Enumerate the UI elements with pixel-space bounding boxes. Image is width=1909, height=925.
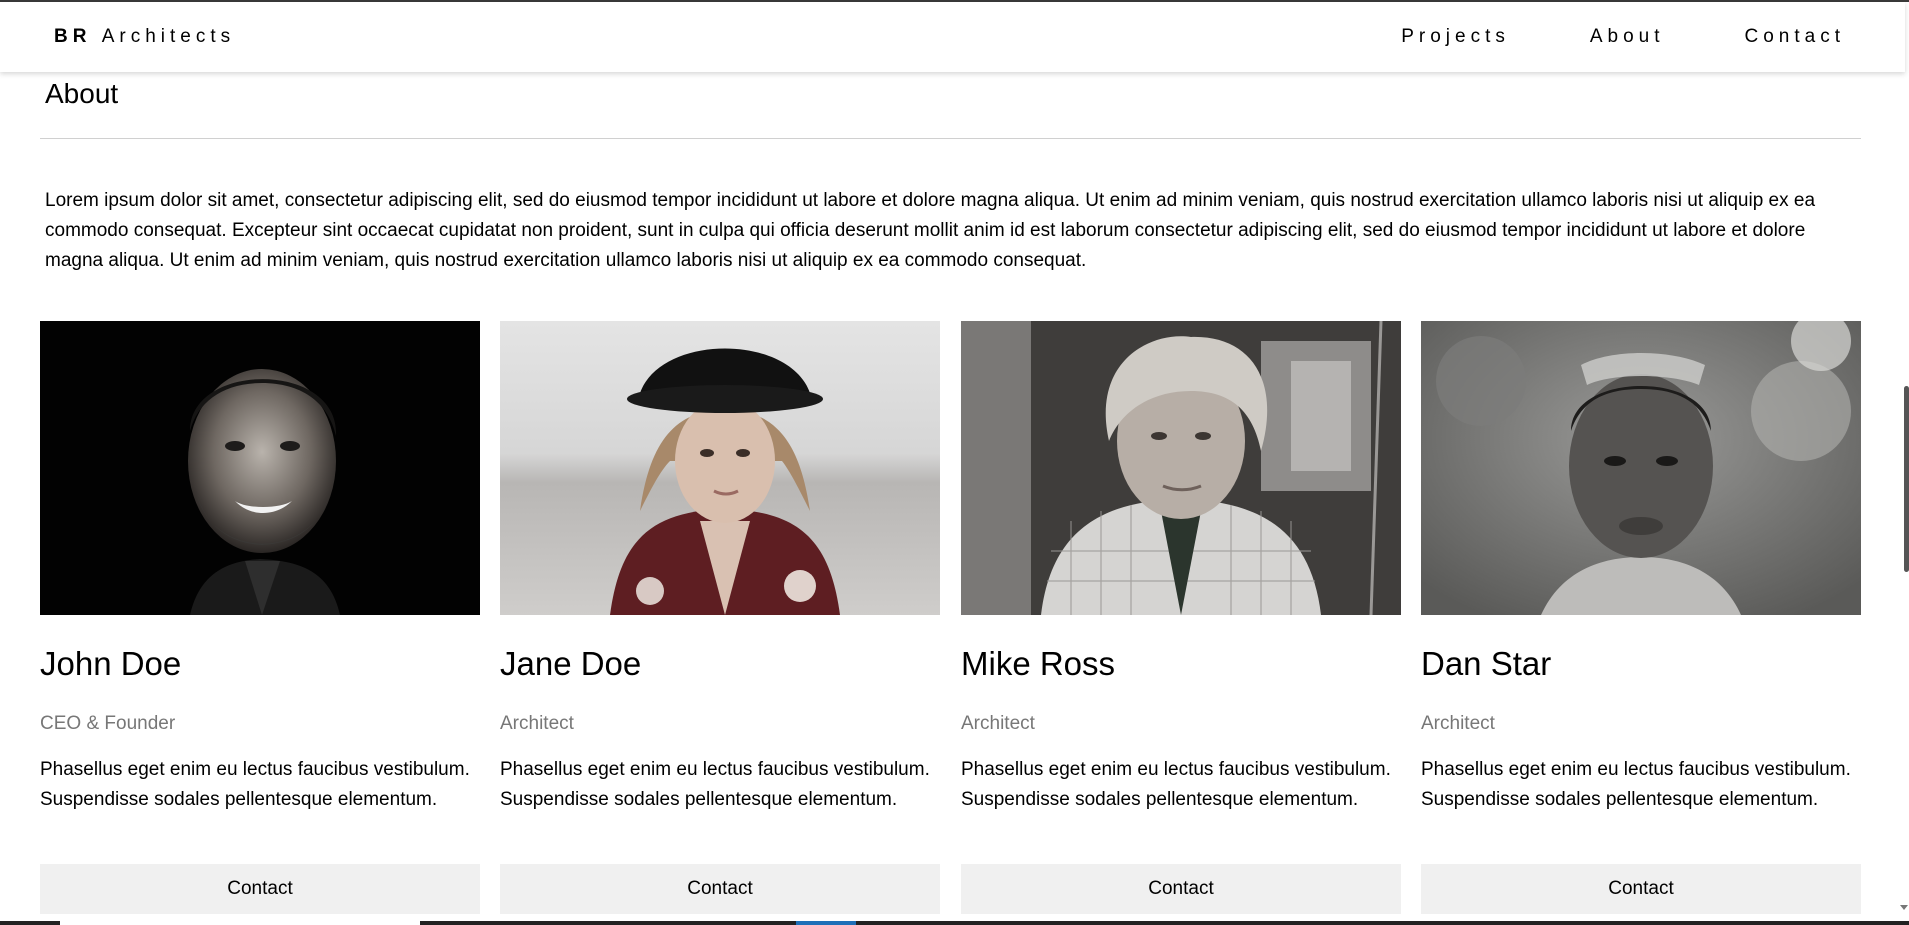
member-bio: Phasellus eget enim eu lectus faucibus v… bbox=[40, 759, 470, 810]
nav-link-about[interactable]: About bbox=[1590, 26, 1665, 48]
member-name: Dan Star bbox=[1421, 645, 1552, 682]
top-navbar: BR Architects Projects About Contact bbox=[0, 2, 1905, 72]
member-bio: Phasellus eget enim eu lectus faucibus v… bbox=[1421, 759, 1851, 810]
team-grid: John Doe CEO & Founder Phasellus eget en… bbox=[40, 321, 1861, 915]
team-photo-dan-star bbox=[1421, 321, 1861, 615]
portrait-photo-older-man-checkered-shirt bbox=[961, 321, 1401, 615]
contact-button-mike-ross[interactable]: Contact bbox=[961, 864, 1401, 914]
contact-button-jane-doe[interactable]: Contact bbox=[500, 864, 940, 914]
team-card-john-doe: John Doe CEO & Founder Phasellus eget en… bbox=[40, 321, 480, 915]
section-divider bbox=[40, 138, 1861, 139]
team-photo-john-doe bbox=[40, 321, 480, 615]
member-bio: Phasellus eget enim eu lectus faucibus v… bbox=[500, 759, 930, 810]
page-scrollbar-thumb[interactable] bbox=[1904, 386, 1909, 572]
contact-button-john-doe[interactable]: Contact bbox=[40, 864, 480, 914]
about-intro-text: Lorem ipsum dolor sit amet, consectetur … bbox=[45, 190, 1816, 271]
nav-link-projects[interactable]: Projects bbox=[1401, 26, 1510, 48]
taskbar-segment bbox=[856, 921, 1909, 925]
portrait-photo-woman-black-hat bbox=[500, 321, 940, 615]
brand-text: Architects bbox=[101, 26, 236, 47]
member-name: Mike Ross bbox=[961, 645, 1116, 682]
member-role: Architect bbox=[1421, 713, 1495, 734]
team-card-dan-star: Dan Star Architect Phasellus eget enim e… bbox=[1421, 321, 1861, 915]
portrait-photo-young-man-sunglasses-on-head bbox=[1421, 321, 1861, 615]
scroll-down-arrow-icon[interactable] bbox=[1900, 905, 1908, 910]
brand-bold-text: BR bbox=[54, 26, 92, 47]
team-photo-mike-ross bbox=[961, 321, 1401, 615]
taskbar-segment bbox=[0, 921, 60, 925]
member-role: Architect bbox=[500, 713, 574, 734]
brand-logo-link[interactable]: BR Architects bbox=[54, 26, 235, 48]
portrait-photo-smiling-bearded-man bbox=[40, 321, 480, 615]
taskbar-segment bbox=[420, 921, 796, 925]
nav-link-contact[interactable]: Contact bbox=[1745, 26, 1845, 48]
member-role: Architect bbox=[961, 713, 1035, 734]
team-card-jane-doe: Jane Doe Architect Phasellus eget enim e… bbox=[500, 321, 940, 915]
about-heading: About bbox=[45, 78, 119, 109]
member-name: John Doe bbox=[40, 645, 182, 682]
member-name: Jane Doe bbox=[500, 645, 642, 682]
taskbar-active-segment bbox=[796, 921, 856, 925]
bottom-taskbar-edge bbox=[0, 921, 1909, 925]
member-bio: Phasellus eget enim eu lectus faucibus v… bbox=[961, 759, 1391, 810]
team-card-mike-ross: Mike Ross Architect Phasellus eget enim … bbox=[961, 321, 1401, 915]
contact-button-dan-star[interactable]: Contact bbox=[1421, 864, 1861, 914]
nav-links: Projects About Contact bbox=[1321, 26, 1845, 48]
member-role: CEO & Founder bbox=[40, 713, 176, 734]
team-photo-jane-doe bbox=[500, 321, 940, 615]
